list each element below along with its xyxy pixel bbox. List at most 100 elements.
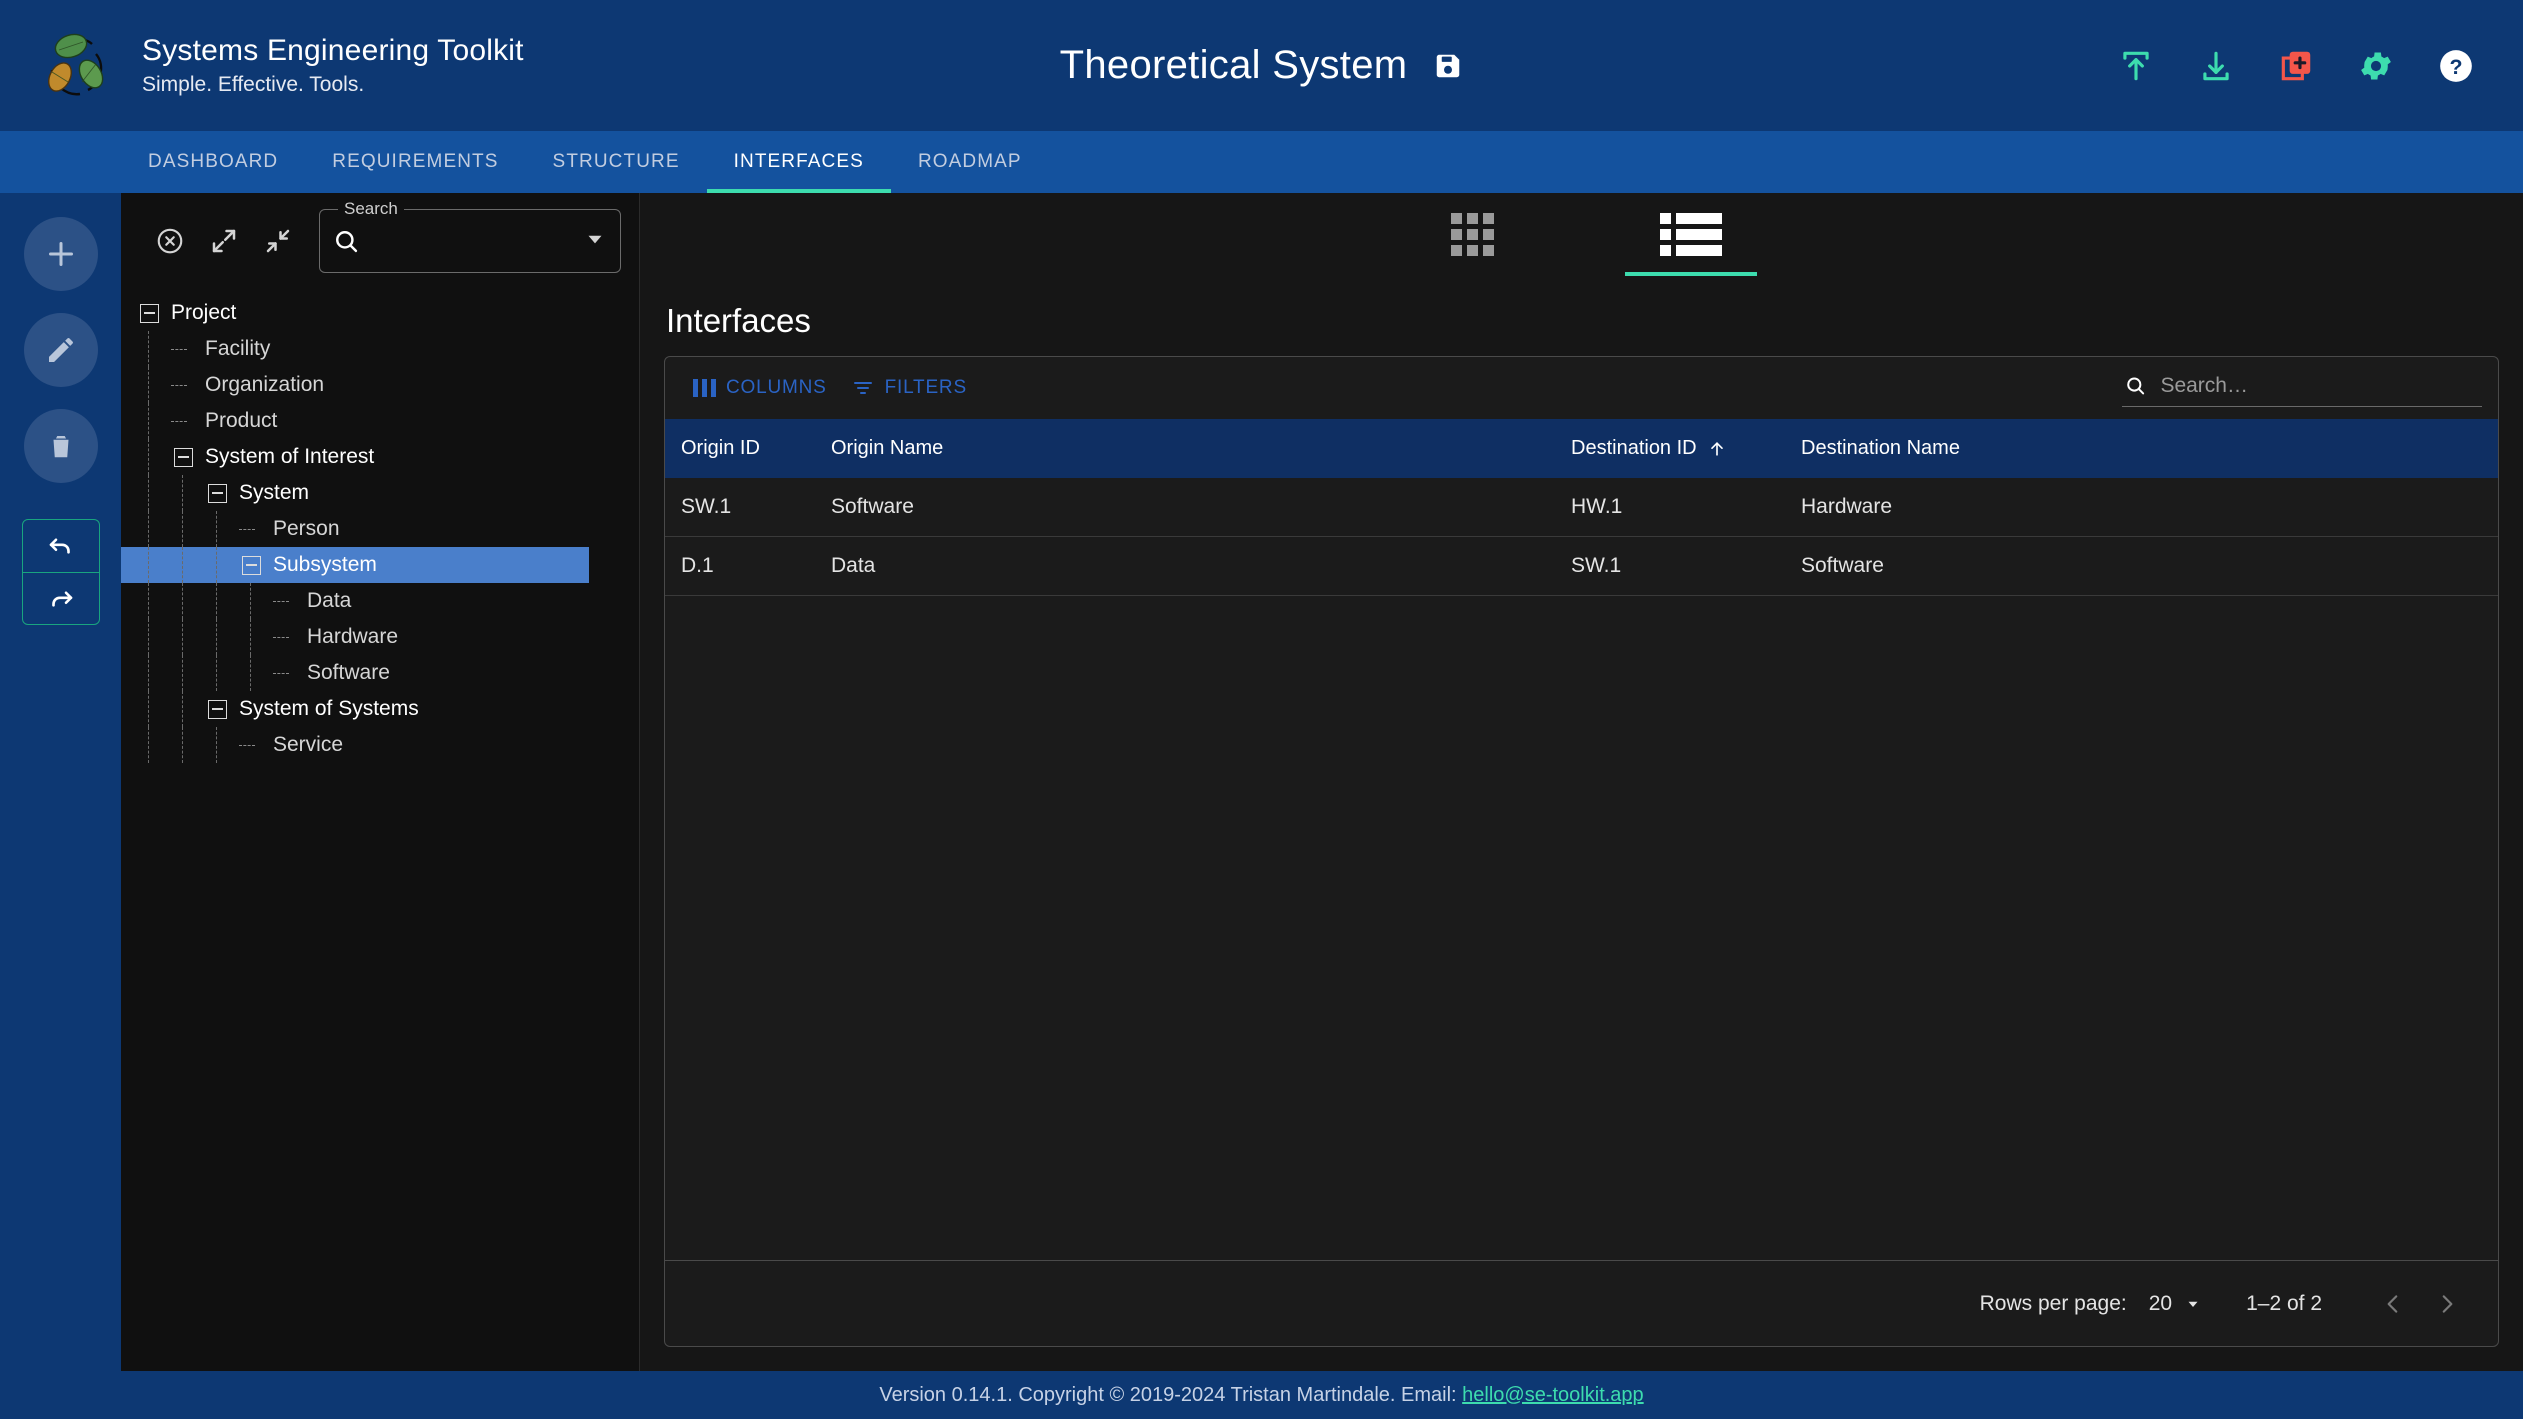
tree-node-label: Project [171, 301, 237, 324]
help-icon[interactable]: ? [2433, 43, 2479, 89]
table-row[interactable]: D.1 Data SW.1 Software [665, 536, 2498, 596]
tab-roadmap[interactable]: ROADMAP [891, 131, 1049, 193]
tree-guide-line [216, 547, 217, 583]
tree-leaf-dash-icon [273, 672, 297, 674]
brand: Systems Engineering Toolkit Simple. Effe… [0, 24, 524, 108]
tree-node-label: Service [273, 733, 344, 756]
content-area: Interfaces COLUMNS FILTERS Search… Origi… [640, 193, 2523, 1371]
download-icon[interactable] [2193, 43, 2239, 89]
view-toggle-bar [640, 193, 2523, 276]
tree-leaf-dash-icon [171, 348, 195, 350]
tree-node-system-of-interest[interactable]: System of Interest [121, 439, 639, 475]
tree-guide-line [250, 619, 251, 655]
rows-per-page-select[interactable]: 20 [2149, 1292, 2202, 1316]
tree-node-hardware[interactable]: Hardware [121, 619, 639, 655]
grid-search-input[interactable] [2160, 373, 2480, 398]
tab-structure[interactable]: STRUCTURE [526, 131, 707, 193]
tab-dashboard[interactable]: DASHBOARD [121, 131, 305, 193]
tree-leaf-dash-icon [239, 744, 263, 746]
tree-guide-line [182, 691, 183, 727]
tree-guide-line [148, 475, 149, 511]
cell-origin-id: SW.1 [665, 478, 815, 537]
cell-destination-name: Hardware [1785, 478, 2498, 537]
tree-search-field[interactable]: Search [319, 199, 621, 273]
tree-guide-line [216, 583, 217, 619]
previous-page-icon[interactable] [2366, 1277, 2420, 1331]
new-document-icon[interactable] [2273, 43, 2319, 89]
settings-gear-icon[interactable] [2353, 43, 2399, 89]
tree-collapse-toggle-icon[interactable] [137, 301, 161, 325]
grid-view-icon[interactable] [1407, 193, 1539, 276]
tree-guide-line [148, 619, 149, 655]
columns-button[interactable]: COLUMNS [681, 369, 839, 407]
table-pagination: Rows per page: 20 1–2 of 2 [665, 1260, 2498, 1346]
list-view-icon[interactable] [1624, 193, 1757, 276]
tree-collapse-toggle-icon[interactable] [239, 553, 263, 577]
tree-guide-line [182, 511, 183, 547]
tree-node-subsystem[interactable]: Subsystem [121, 547, 589, 583]
column-header-origin-name[interactable]: Origin Name [815, 419, 1555, 478]
tree-guide-line [182, 583, 183, 619]
tree-guide-line [182, 655, 183, 691]
tree-node-data[interactable]: Data [121, 583, 639, 619]
column-header-destination-name[interactable]: Destination Name [1785, 419, 2498, 478]
interfaces-panel: Interfaces COLUMNS FILTERS Search… Origi… [640, 276, 2523, 1371]
tree-guide-line [250, 583, 251, 619]
tree-node-label: System [239, 481, 310, 504]
sort-ascending-icon [1710, 441, 1723, 456]
tree-node-facility[interactable]: Facility [121, 331, 639, 367]
tree-node-label: Facility [205, 337, 271, 360]
add-icon[interactable] [23, 217, 98, 291]
redo-icon[interactable] [22, 572, 99, 624]
tree-node-label: Product [205, 409, 278, 432]
save-floppy-icon[interactable] [1433, 51, 1463, 81]
chevron-down-icon[interactable] [582, 226, 608, 257]
filters-button[interactable]: FILTERS [839, 368, 979, 408]
tree-guide-line [216, 511, 217, 547]
tree-node-project[interactable]: Project [121, 295, 639, 331]
table-head: Origin ID Origin Name Destination ID Des… [665, 419, 2498, 478]
support-email-link[interactable]: hello@se-toolkit.app [1462, 1384, 1644, 1406]
tab-interfaces[interactable]: INTERFACES [706, 131, 892, 193]
tree-collapse-toggle-icon[interactable] [171, 445, 195, 469]
expand-all-icon[interactable] [197, 214, 251, 268]
collapse-all-icon[interactable] [251, 214, 305, 268]
tree-node-label: Person [273, 517, 340, 540]
tree-guide-line [148, 547, 149, 583]
tree-node-software[interactable]: Software [121, 655, 639, 691]
filter-icon [853, 382, 872, 394]
tab-label: STRUCTURE [552, 151, 680, 172]
table-row[interactable]: SW.1 Software HW.1 Hardware [665, 478, 2498, 537]
tree-node-service[interactable]: Service [121, 727, 639, 763]
tree-node-organization[interactable]: Organization [121, 367, 639, 403]
clear-selection-icon[interactable] [143, 214, 197, 268]
edit-pencil-icon[interactable] [23, 313, 98, 387]
next-page-icon[interactable] [2420, 1277, 2474, 1331]
main-tabbar: DASHBOARD REQUIREMENTS STRUCTURE INTERFA… [0, 131, 2523, 193]
tree-guide-line [148, 331, 149, 367]
tree-node-label: Subsystem [273, 553, 377, 576]
search-icon [336, 231, 358, 253]
tree-node-system[interactable]: System [121, 475, 639, 511]
tree-node-label: System of Systems [239, 697, 419, 720]
tree-node-person[interactable]: Person [121, 511, 639, 547]
tree-guide-line [148, 691, 149, 727]
tree-collapse-toggle-icon[interactable] [205, 481, 229, 505]
grid-search-field[interactable] [2122, 369, 2482, 407]
tree-collapse-toggle-icon[interactable] [205, 697, 229, 721]
tab-label: REQUIREMENTS [332, 151, 499, 172]
tab-requirements[interactable]: REQUIREMENTS [305, 131, 525, 193]
tree-node-product[interactable]: Product [121, 403, 639, 439]
chevron-down-icon [2188, 1301, 2198, 1307]
columns-icon [693, 379, 716, 397]
delete-trash-icon[interactable] [23, 409, 98, 483]
tree-node-label: Hardware [307, 625, 399, 648]
tree-node-system-of-systems[interactable]: System of Systems [121, 691, 639, 727]
undo-icon[interactable] [23, 520, 99, 572]
list-glyph [1659, 213, 1722, 256]
column-header-origin-id[interactable]: Origin ID [665, 419, 815, 478]
cell-origin-name: Data [815, 536, 1555, 596]
upload-icon[interactable] [2113, 43, 2159, 89]
tree-guide-line [148, 583, 149, 619]
column-header-destination-id[interactable]: Destination ID [1555, 419, 1785, 478]
